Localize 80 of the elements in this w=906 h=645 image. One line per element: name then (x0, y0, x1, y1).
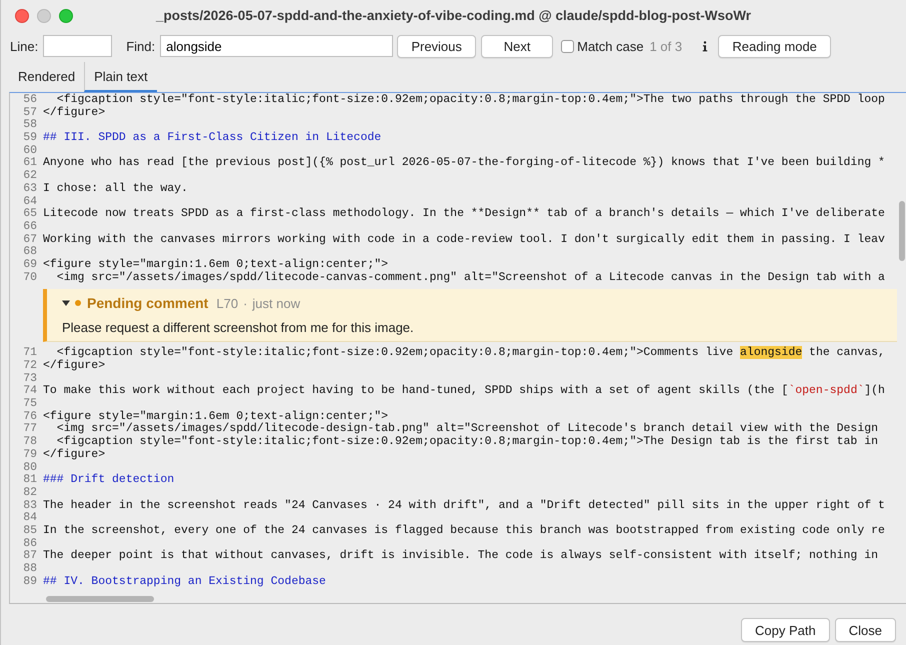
line-number: 59 (22, 132, 38, 145)
next-button[interactable]: Next (481, 34, 554, 58)
code-line: <figcaption style="font-style:italic;font-size:0.92em;opacity:0.8;margin-top:0.4em;">Comments live alongside the canvas, (56, 347, 885, 360)
comment-text: Please request a different screenshot from me for this image. (62, 320, 415, 336)
line-number: 66 (22, 220, 38, 234)
line-label: Line: (10, 38, 38, 54)
code-line: <figcaption style="font-style:italic;font-size:0.92em;opacity:0.8;margin-top:0.4em;">The two paths through the SPDD loop (56, 94, 885, 106)
caret-icon[interactable] (62, 299, 70, 308)
line-number: 85 (22, 524, 38, 538)
close-window-icon[interactable] (15, 8, 29, 22)
code-line: <figure style="margin:1.6em 0;text-align:center;"> (43, 258, 388, 272)
line-number: 57 (22, 106, 38, 119)
line-number: 56 (22, 94, 38, 107)
code-line: Litecode now treats SPDD as a first-class methodology. In the **Design** tab of a branch's details — which I've deliberate (43, 208, 885, 221)
separator: · (243, 296, 248, 311)
line-number: 72 (22, 360, 38, 373)
line-number: 84 (22, 512, 38, 525)
line-number: 70 (22, 272, 38, 284)
code-line: The deeper point is that without canvases, drift is invisible. The code is always self-consistent with itself; nothing in (43, 550, 878, 563)
minimize-window-icon[interactable] (37, 8, 51, 22)
code-line: ## IV. Bootstrapping an Existing Codebase (43, 576, 326, 588)
code-line: <img src="/assets/images/spdd/litecode-design-tab.png" alt="Screenshot of Litecode's branch detail view with the Design (56, 423, 878, 436)
line-number: 69 (22, 258, 38, 272)
info-icon[interactable] (702, 40, 708, 52)
line-number: 78 (22, 436, 38, 449)
line-number: 68 (22, 246, 38, 259)
line-number: 71 (22, 347, 38, 360)
code-line: </figure> (43, 106, 106, 120)
line-number: 67 (22, 234, 38, 246)
code-line: To make this work without each project having to be hand-tuned, SPDD ships with a set of agent skills (the [`open-spdd`](h (43, 385, 885, 398)
status-dot-icon (75, 300, 81, 306)
code-line: </figure> (43, 360, 106, 373)
comment-title: Pending comment (87, 295, 208, 312)
find-input-field[interactable]: alongside (160, 35, 394, 57)
line-number: 89 (22, 576, 38, 588)
line-number: 58 (22, 119, 38, 132)
line-reference: L70 (216, 296, 238, 311)
line-number: 61 (22, 157, 38, 170)
code-line: ### Drift detection (43, 474, 174, 487)
match-count: 1 of 3 (650, 38, 682, 54)
line-number: 76 (22, 410, 38, 423)
match-case-label: Match case (577, 38, 644, 54)
close-button[interactable]: Close (834, 618, 896, 642)
find-label: Find: (126, 38, 156, 54)
previous-button[interactable]: Previous (397, 34, 476, 58)
line-number: 80 (22, 462, 38, 474)
code-line: Anyone who has read [the previous post]({% post_url 2026-05-07-the-forging-of-litecode %}) knows that I've been building * (43, 157, 885, 170)
reading-mode-button[interactable]: Reading mode (718, 34, 832, 58)
code-line: Working with the canvases mirrors working with code in a code-review tool. I don't surgically edit them in passing. I leav (43, 234, 885, 246)
line-number: 63 (22, 182, 38, 196)
window-title: _posts/2026-05-07-spdd-and-the-anxiety-of-vibe-coding.md @ claude/spdd-blog-post-WsoWr (156, 8, 751, 23)
code-line: <figcaption style="font-style:italic;font-size:0.92em;opacity:0.8;margin-top:0.4em;">The Design tab is the first tab in (56, 436, 878, 448)
line-number: 82 (22, 486, 38, 500)
copy-path-button[interactable]: Copy Path (741, 618, 830, 642)
line-number: 79 (22, 448, 38, 462)
line-number: 88 (22, 563, 38, 576)
view-tab[interactable]: Rendered (9, 62, 84, 92)
line-number: 74 (22, 385, 38, 398)
line-number: 65 (22, 208, 38, 221)
line-number: 60 (22, 144, 38, 157)
code-line: <img src="/assets/images/spdd/litecode-canvas-comment.png" alt="Screenshot of a Litecode canvas in the Design tab with a (56, 272, 885, 284)
line-input-field[interactable] (43, 35, 112, 57)
code-line: ## III. SPDD as a First-Class Citizen in Litecode (43, 132, 382, 145)
line-number: 62 (22, 170, 38, 183)
line-number: 86 (22, 538, 38, 550)
match-case-checkbox[interactable] (561, 40, 574, 52)
code-line: The header in the screenshot reads "24 Canvases · 24 with drift", and a "Drift detected" pill sits in the upper right of t (43, 500, 885, 512)
line-number: 75 (22, 398, 38, 411)
line-number: 73 (22, 372, 38, 385)
code-line: <figure style="margin:1.6em 0;text-align:center;"> (43, 410, 388, 423)
zoom-window-icon[interactable] (59, 8, 73, 22)
comment-time: just now (252, 296, 300, 311)
code-line: </figure> (43, 448, 106, 462)
line-number: 87 (22, 550, 38, 563)
line-number: 83 (22, 500, 38, 512)
line-number: 64 (22, 196, 38, 208)
code-line: I chose: all the way. (43, 182, 188, 196)
line-number: 77 (22, 423, 38, 436)
line-number: 81 (22, 474, 38, 487)
code-line: In the screenshot, every one of the 24 canvases is flagged because this branch was bootstrapped from existing code only re (43, 524, 885, 538)
